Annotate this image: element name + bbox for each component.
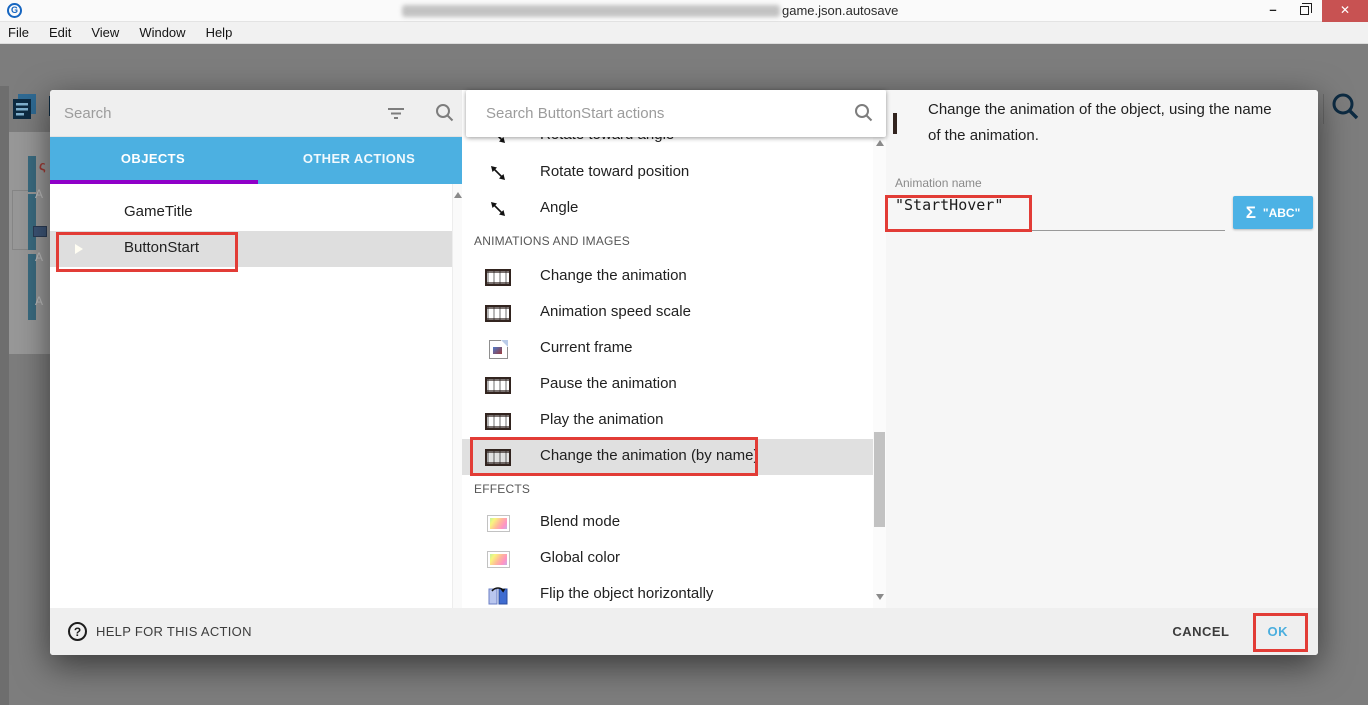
menu-help[interactable]: Help	[206, 25, 233, 40]
action-row[interactable]: Change the animation	[462, 259, 873, 295]
scrollbar-thumb[interactable]	[874, 432, 885, 527]
film-strip-icon	[484, 375, 512, 395]
action-row[interactable]: Play the animation	[462, 403, 873, 439]
action-source-tabs: OBJECTS OTHER ACTIONS	[50, 137, 462, 184]
search-icon[interactable]	[1330, 91, 1360, 121]
search-icon[interactable]	[435, 103, 454, 127]
film-strip-icon	[484, 447, 512, 467]
animation-name-field	[886, 186, 1225, 231]
action-row[interactable]: Blend mode	[462, 505, 873, 541]
scroll-up-arrow-icon[interactable]	[454, 192, 462, 198]
cancel-button[interactable]: CANCEL	[1172, 624, 1229, 639]
action-row[interactable]: Global color	[462, 541, 873, 577]
dialog-footer: ? HELP FOR THIS ACTION CANCEL OK	[50, 608, 1318, 655]
scroll-up-arrow-icon[interactable]	[876, 140, 884, 146]
action-row-selected[interactable]: Change the animation (by name)	[462, 439, 873, 475]
event-letter: A	[35, 187, 43, 201]
object-row-buttonstart[interactable]: ButtonStart	[50, 231, 452, 267]
expression-editor-button[interactable]: Σ "ABC"	[1233, 196, 1313, 229]
action-label: Play the animation	[540, 411, 663, 428]
object-label: GameTitle	[124, 203, 193, 220]
menu-edit[interactable]: Edit	[49, 25, 71, 40]
redacted-title-text	[402, 5, 780, 17]
object-list-scrollbar[interactable]	[452, 184, 462, 608]
action-row[interactable]: Current frame	[462, 331, 873, 367]
expression-button-label: "ABC"	[1263, 206, 1300, 220]
object-search-bar	[50, 90, 462, 137]
action-parameters-panel: Change the animation of the object, usin…	[886, 90, 1318, 608]
rotate-arrow-icon	[484, 199, 512, 219]
gdevelop-window: G game.json.autosave – ✕ File Edit View …	[0, 0, 1368, 705]
scroll-down-arrow-icon[interactable]	[876, 594, 884, 600]
tab-other-actions[interactable]: OTHER ACTIONS	[256, 137, 462, 184]
action-list-scrollbar[interactable]	[873, 118, 886, 608]
help-label: HELP FOR THIS ACTION	[96, 624, 252, 639]
rotate-arrow-icon	[484, 163, 512, 183]
object-label: ButtonStart	[124, 239, 199, 256]
object-list: GameTitle ButtonStart	[50, 184, 452, 608]
section-header: EFFECTS	[474, 482, 864, 496]
sigma-icon: Σ	[1246, 203, 1256, 223]
action-search-bar	[466, 90, 886, 137]
event-object-chip	[33, 226, 47, 237]
action-label: Animation speed scale	[540, 303, 691, 320]
action-label: Change the animation (by name)	[540, 447, 758, 464]
menu-view[interactable]: View	[91, 25, 119, 40]
events-list-icon[interactable]	[9, 91, 39, 121]
toolbar-separator	[1323, 94, 1324, 124]
gdevelop-logo-icon: G	[7, 3, 22, 18]
animation-name-input[interactable]	[895, 196, 1215, 214]
action-row[interactable]: Pause the animation	[462, 367, 873, 403]
help-icon: ?	[68, 622, 87, 641]
menu-file[interactable]: File	[8, 25, 29, 40]
action-label: Rotate toward position	[540, 163, 689, 180]
close-button[interactable]: ✕	[1322, 0, 1368, 22]
minimize-button[interactable]: –	[1258, 0, 1288, 22]
window-title: game.json.autosave	[782, 3, 898, 18]
action-row[interactable]: Angle	[462, 191, 873, 227]
film-strip-icon	[484, 303, 512, 323]
action-label: Flip the object horizontally	[540, 585, 713, 602]
action-list-panel: Rotate toward angle Rotate toward positi…	[462, 90, 886, 608]
action-row[interactable]: Flip the object horizontally	[462, 577, 873, 608]
action-row[interactable]: Animation speed scale	[462, 295, 873, 331]
title-bar: G game.json.autosave – ✕	[0, 0, 1368, 22]
event-bar	[28, 194, 36, 250]
search-icon[interactable]	[854, 103, 873, 127]
left-panel-edge	[0, 86, 9, 705]
events-sheet-background: ς A A A	[9, 132, 50, 354]
action-label: Angle	[540, 199, 578, 216]
object-search-input[interactable]	[64, 100, 364, 126]
restore-button[interactable]	[1290, 0, 1320, 22]
film-strip-icon	[484, 267, 512, 287]
action-label: Blend mode	[540, 513, 620, 530]
action-row[interactable]: Rotate toward position	[462, 155, 873, 191]
action-label: Pause the animation	[540, 375, 677, 392]
section-header: ANIMATIONS AND IMAGES	[474, 234, 864, 248]
help-button[interactable]: ? HELP FOR THIS ACTION	[68, 622, 252, 641]
action-description: Change the animation of the object, usin…	[928, 97, 1280, 149]
tab-objects[interactable]: OBJECTS	[50, 137, 256, 184]
filter-icon[interactable]	[387, 106, 405, 125]
event-letter: A	[35, 250, 43, 264]
object-row-gametitle[interactable]: GameTitle	[50, 195, 452, 231]
menu-bar: File Edit View Window Help	[0, 22, 1368, 44]
rainbow-icon	[484, 549, 512, 569]
rainbow-icon	[484, 513, 512, 533]
film-strip-icon	[893, 115, 897, 133]
action-editor-dialog: OBJECTS OTHER ACTIONS GameTitle ButtonSt…	[50, 90, 1318, 655]
action-search-input[interactable]	[486, 100, 816, 126]
menu-window[interactable]: Window	[139, 25, 185, 40]
ok-button[interactable]: OK	[1268, 624, 1289, 639]
action-label: Current frame	[540, 339, 633, 356]
event-letter: A	[35, 294, 43, 308]
flip-icon	[484, 585, 512, 605]
frame-icon	[484, 339, 512, 359]
action-list: Rotate toward angle Rotate toward positi…	[462, 118, 874, 608]
action-label: Global color	[540, 549, 620, 566]
event-icon: ς	[39, 158, 46, 173]
film-strip-icon	[484, 411, 512, 431]
restore-icon	[1300, 6, 1309, 15]
action-label: Change the animation	[540, 267, 687, 284]
